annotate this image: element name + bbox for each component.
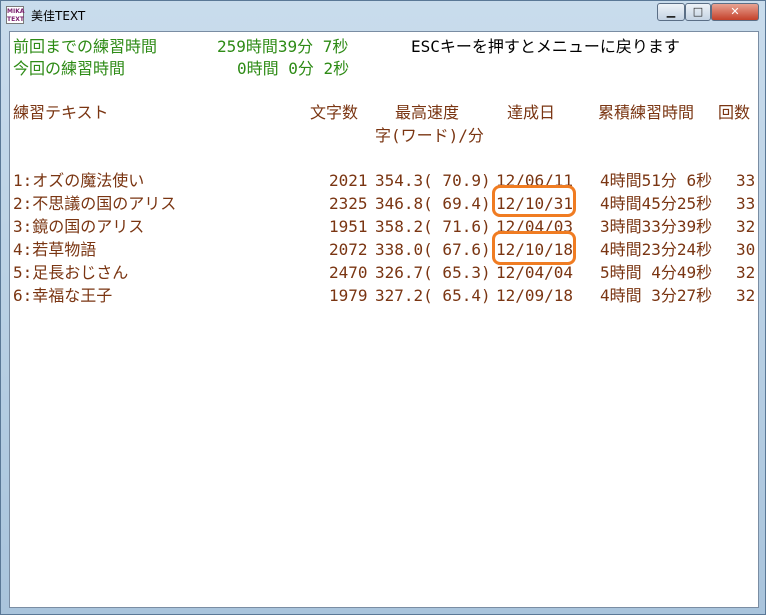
- row-total-time: 4時間 3分27秒: [600, 286, 713, 305]
- row-top-speed: 326.7( 65.3): [375, 263, 491, 282]
- row-achieved-date: 12/04/04: [496, 263, 574, 282]
- current-practice-label: 今回の練習時間: [13, 59, 126, 78]
- header-text: 練習テキスト: [13, 103, 109, 122]
- title-bar[interactable]: MIKA TEXT 美佳TEXT ▁ □ ✕: [1, 1, 765, 29]
- row-char-count: 2021: [329, 171, 368, 190]
- row-top-speed: 358.2( 71.6): [375, 217, 491, 236]
- row-total-time: 4時間51分 6秒: [600, 171, 713, 190]
- row-text-name: 1:オズの魔法使い: [13, 171, 145, 190]
- row-count: 32: [736, 263, 756, 282]
- row-text-name: 6:幸福な王子: [13, 286, 113, 305]
- highlight-box: [492, 185, 576, 217]
- row-text-name: 2:不思議の国のアリス: [13, 194, 177, 213]
- header-count: 回数: [718, 103, 751, 122]
- app-icon-line-1: MIKA: [7, 8, 25, 15]
- minimize-button[interactable]: ▁: [657, 3, 685, 21]
- prev-practice-value: 259時間39分 7秒: [217, 37, 349, 56]
- header-time: 累積練習時間: [598, 103, 695, 122]
- current-practice-value: 0時間 0分 2秒: [237, 59, 350, 78]
- row-count: 32: [736, 217, 756, 236]
- row-total-time: 4時間45分25秒: [600, 194, 713, 213]
- row-top-speed: 354.3( 70.9): [375, 171, 491, 190]
- row-total-time: 5時間 4分49秒: [600, 263, 713, 282]
- row-text-name: 5:足長おじさん: [13, 263, 129, 282]
- prev-practice-label: 前回までの練習時間: [13, 37, 158, 56]
- window-title: 美佳TEXT: [31, 9, 86, 23]
- row-total-time: 3時間33分39秒: [600, 217, 713, 236]
- row-count: 33: [736, 171, 756, 190]
- row-char-count: 1979: [329, 286, 368, 305]
- esc-hint: ESCキーを押すとメニューに戻ります: [411, 37, 680, 56]
- console-area: 前回までの練習時間 259時間39分 7秒 ESCキーを押すとメニューに戻ります…: [9, 31, 759, 608]
- close-button[interactable]: ✕: [711, 3, 759, 21]
- row-count: 30: [736, 240, 756, 259]
- row-count: 33: [736, 194, 756, 213]
- row-achieved-date: 12/09/18: [496, 286, 574, 305]
- row-char-count: 2072: [329, 240, 368, 259]
- header-chars: 文字数: [310, 103, 359, 122]
- app-icon: MIKA TEXT: [6, 6, 25, 24]
- maximize-button[interactable]: □: [685, 3, 711, 21]
- row-top-speed: 338.0( 67.6): [375, 240, 491, 259]
- row-char-count: 2325: [329, 194, 368, 213]
- row-text-name: 3:鏡の国のアリス: [13, 217, 145, 236]
- app-icon-line-2: TEXT: [7, 16, 24, 23]
- row-top-speed: 346.8( 69.4): [375, 194, 491, 213]
- header-date: 達成日: [507, 103, 556, 122]
- row-char-count: 2470: [329, 263, 368, 282]
- highlight-box: [492, 231, 576, 265]
- header-unit: 字(ワード)/分: [375, 126, 484, 145]
- header-speed: 最高速度: [395, 103, 460, 122]
- row-char-count: 1951: [329, 217, 368, 236]
- row-total-time: 4時間23分24秒: [600, 240, 713, 259]
- row-text-name: 4:若草物語: [13, 240, 97, 259]
- row-count: 32: [736, 286, 756, 305]
- app-window: MIKA TEXT 美佳TEXT ▁ □ ✕ 前回までの練習時間 259時間39…: [0, 0, 766, 615]
- row-top-speed: 327.2( 65.4): [375, 286, 491, 305]
